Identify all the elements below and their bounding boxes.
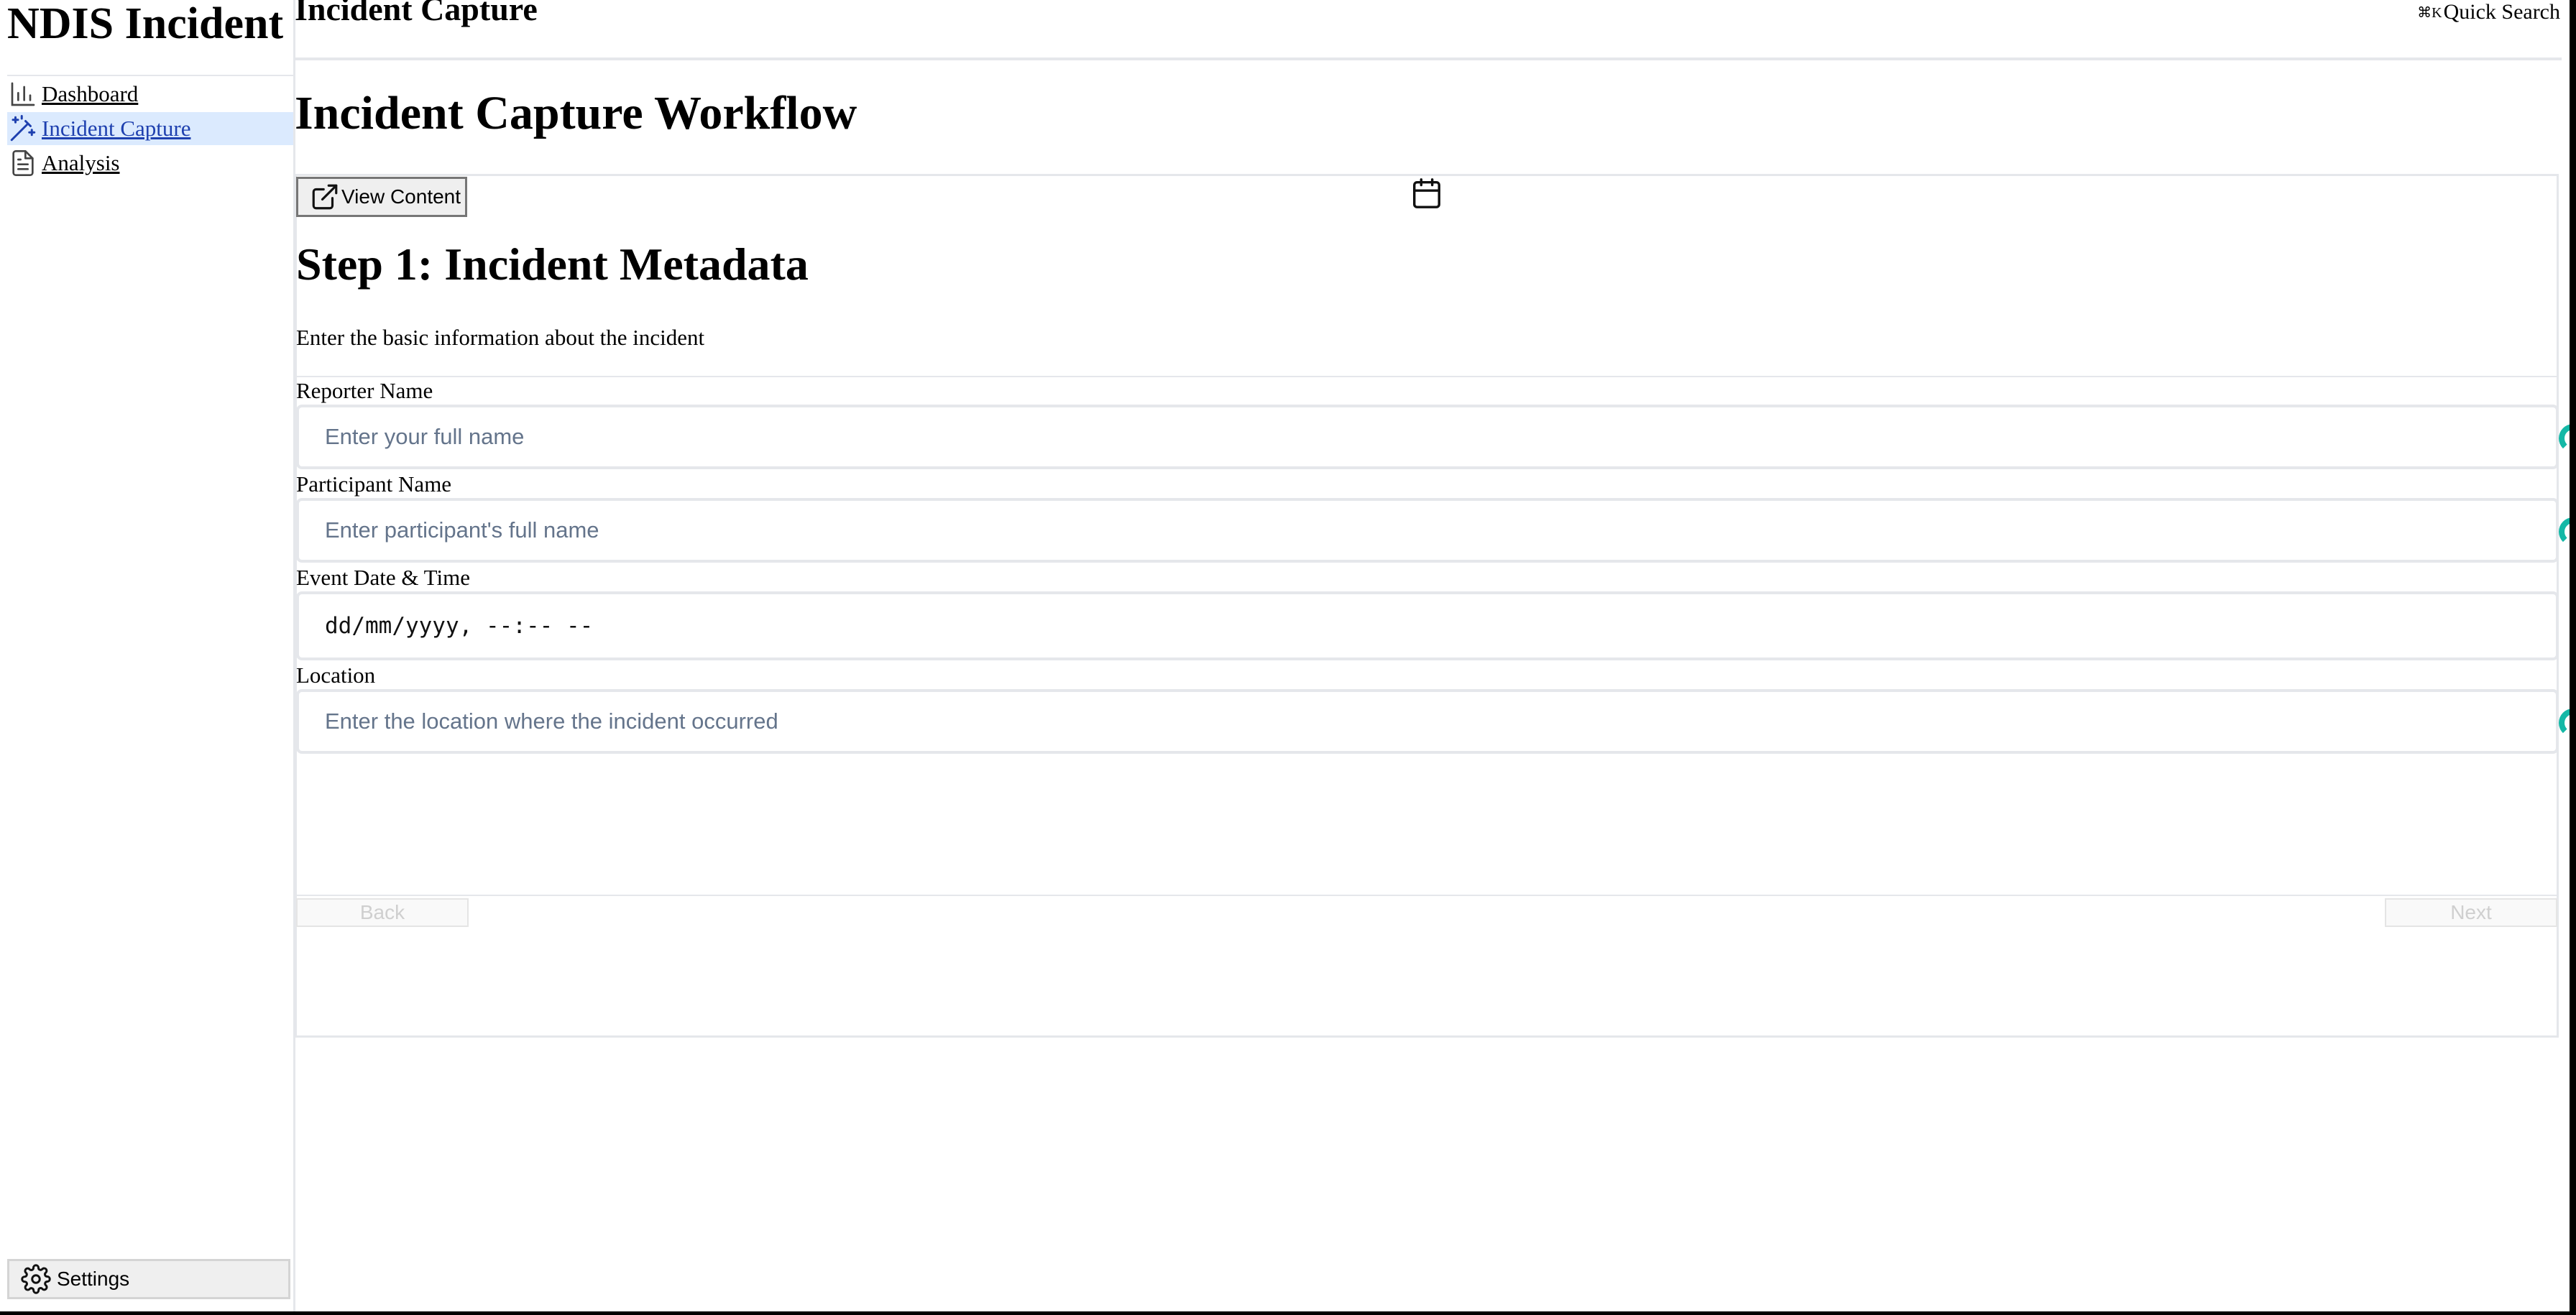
sidebar-divider [7,75,293,76]
location-label: Location [296,663,376,688]
document-icon [7,147,39,179]
quick-search-label: Quick Search [2443,0,2560,24]
calendar-icon[interactable] [1410,177,1443,210]
participant-name-input[interactable] [296,498,2559,563]
gear-icon [21,1263,52,1295]
quick-search-button[interactable]: ⌘K Quick Search [2417,0,2560,24]
back-button[interactable]: Back [296,898,469,927]
sidebar-item-analysis[interactable]: Analysis [7,147,293,180]
event-datetime-label: Event Date & Time [296,565,470,590]
window-frame-right [2570,0,2576,1315]
app-brand: NDIS Incident [7,0,284,48]
sidebar-item-label[interactable]: Analysis [42,150,120,176]
view-content-button[interactable]: View Content [296,177,467,217]
header-divider [295,57,2562,60]
sidebar: NDIS Incident Dashboard Incident Capture… [0,0,295,1311]
sidebar-item-incident-capture[interactable]: Incident Capture [7,112,293,145]
window-frame-bottom [0,1311,2576,1315]
event-datetime-input[interactable] [296,591,2559,660]
settings-label: Settings [57,1268,130,1290]
step-title: Step 1: Incident Metadata [296,239,809,290]
form-divider [296,376,2559,377]
workflow-footer-divider [296,895,2559,896]
bar-chart-icon [7,78,39,110]
location-input[interactable] [296,689,2559,754]
header-title: Incident Capture [295,0,538,27]
participant-name-label: Participant Name [296,471,452,497]
sidebar-item-label[interactable]: Incident Capture [42,116,190,142]
step-description: Enter the basic information about the in… [296,325,705,350]
reporter-name-label: Reporter Name [296,378,433,403]
keyboard-shortcut: ⌘K [2417,4,2442,21]
sidebar-item-dashboard[interactable]: Dashboard [7,78,293,111]
sidebar-item-label[interactable]: Dashboard [42,81,138,107]
wand-icon [7,113,39,144]
page-title: Incident Capture Workflow [295,87,857,139]
next-button[interactable]: Next [2385,898,2557,927]
view-content-label: View Content [341,185,461,208]
reporter-name-input[interactable] [296,405,2559,469]
settings-button[interactable]: Settings [7,1259,290,1299]
external-link-icon [310,181,340,213]
